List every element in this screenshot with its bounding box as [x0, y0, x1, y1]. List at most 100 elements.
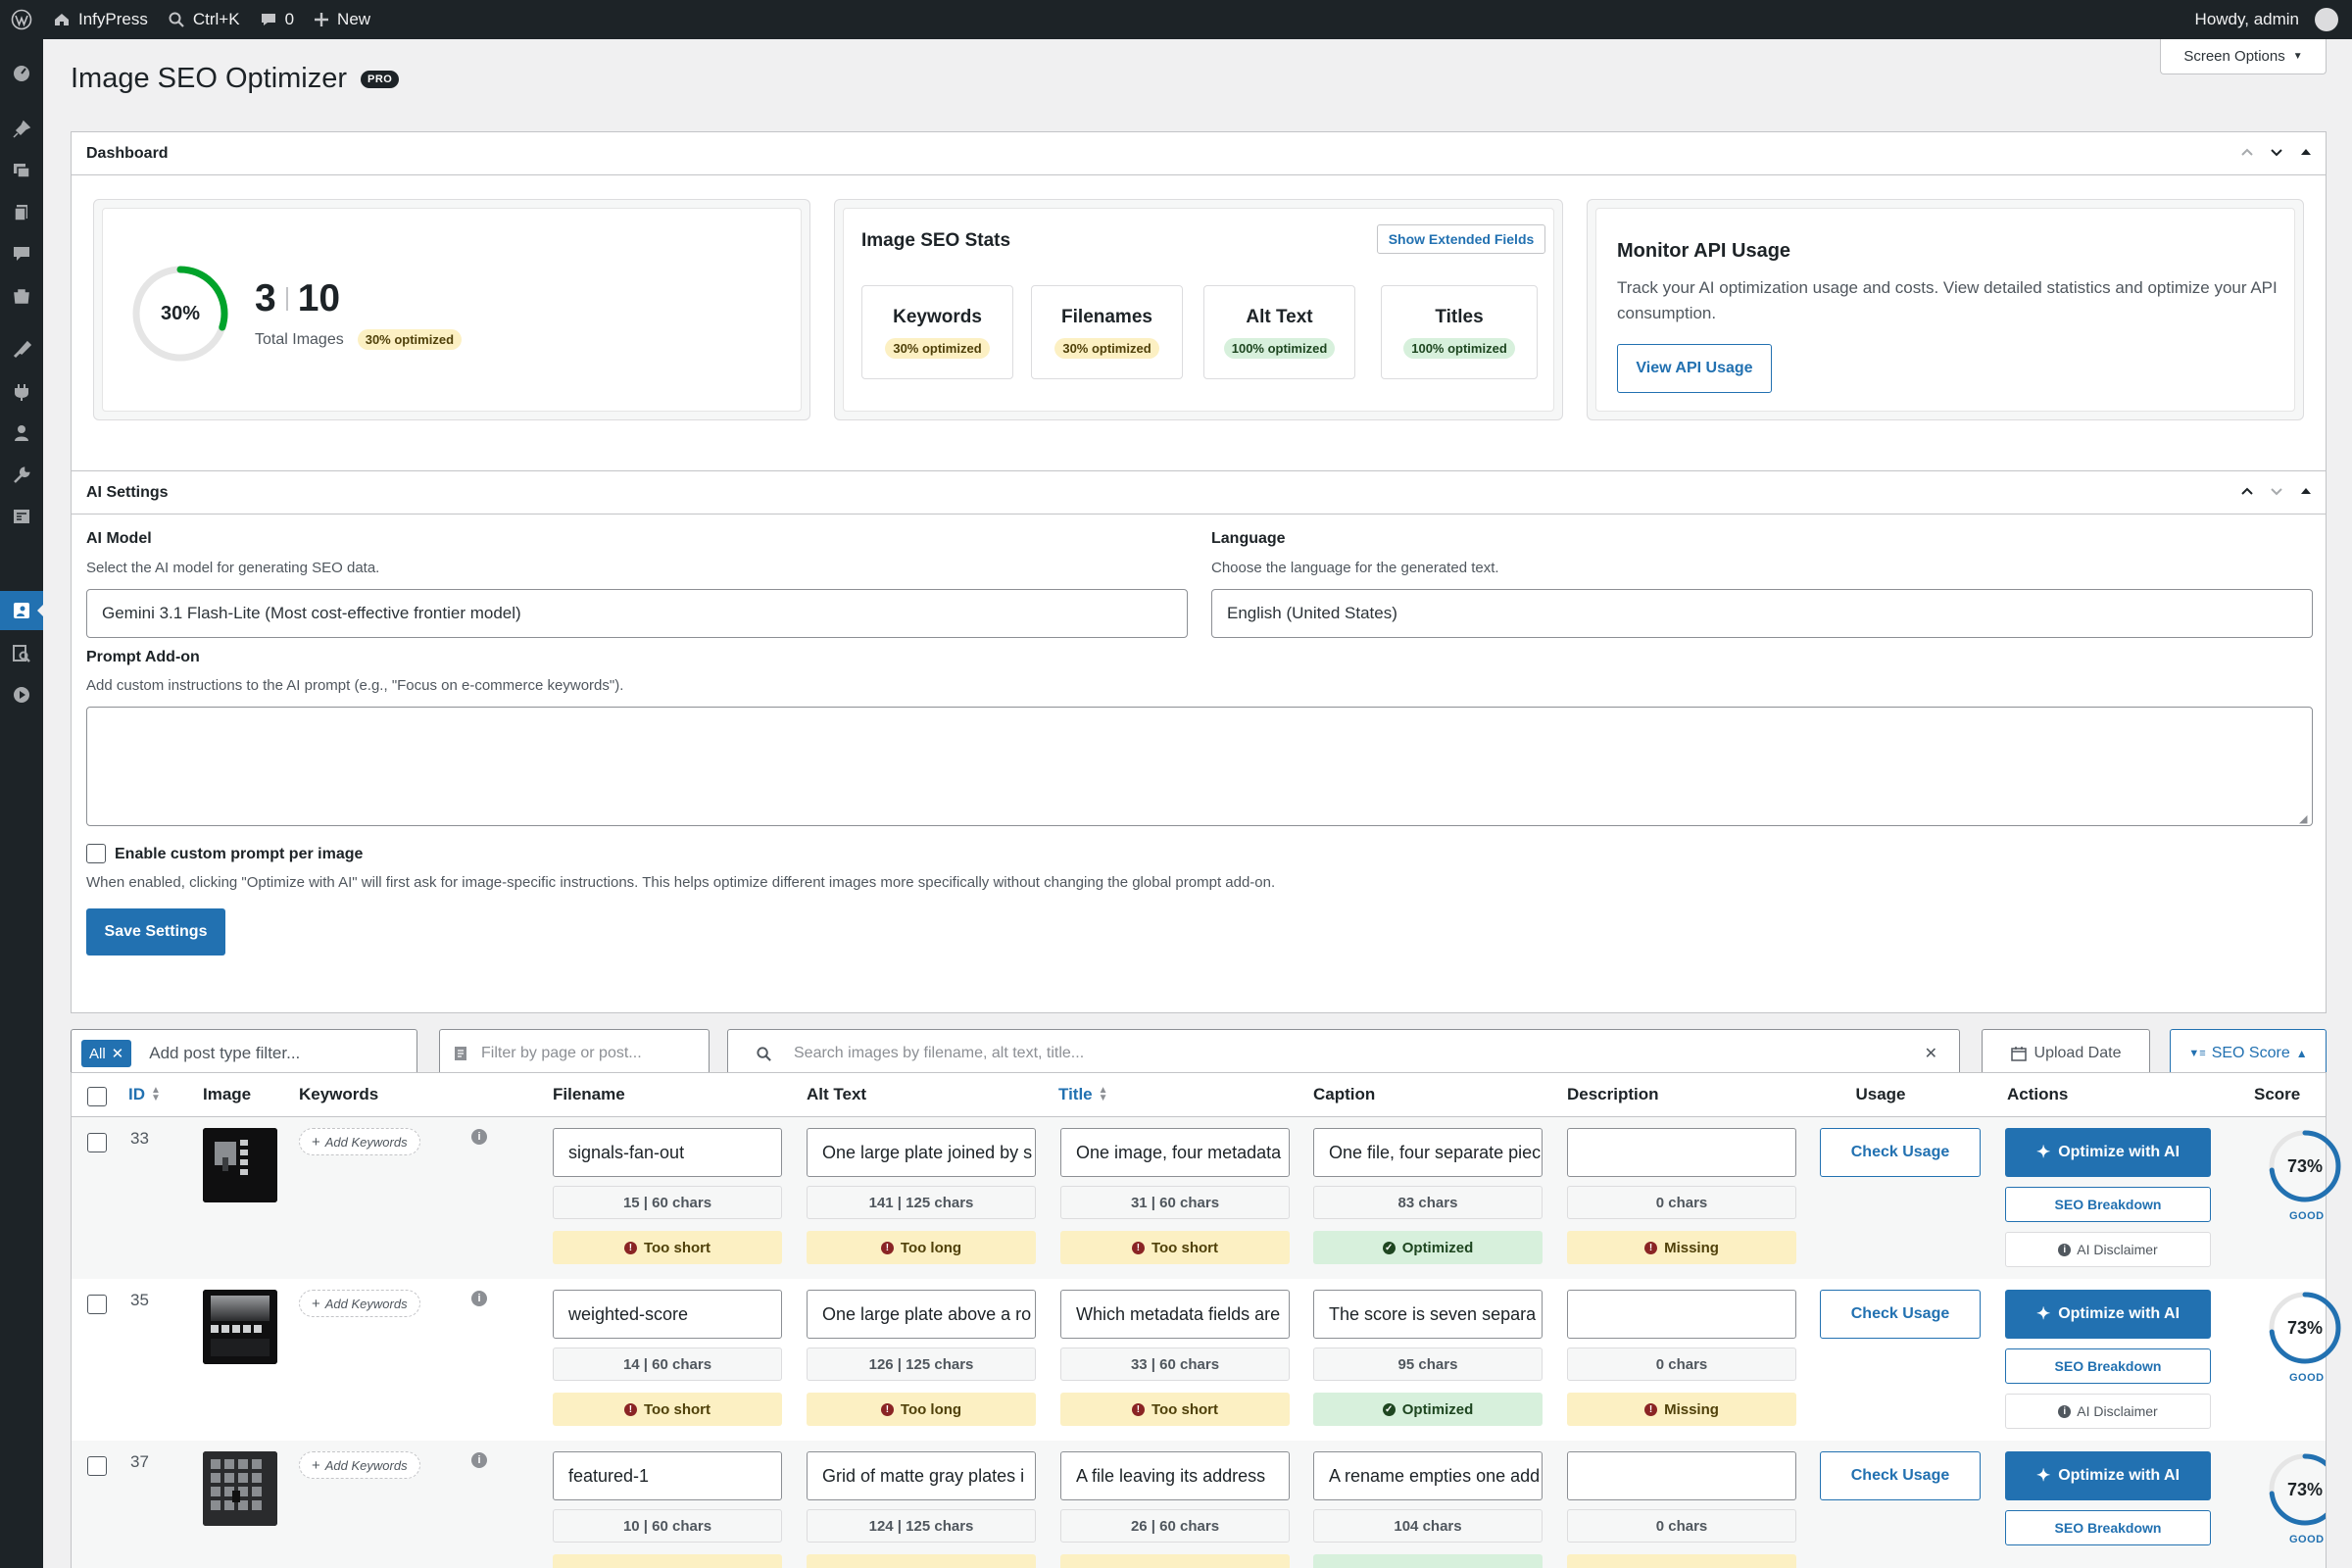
alt-text-input[interactable]: Grid of matte gray plates i — [807, 1451, 1036, 1500]
filename-status-label: Too short — [643, 1239, 711, 1256]
language-select[interactable]: English (United States) — [1211, 589, 2313, 638]
main-content: Image SEO Optimizer PRO Screen Options ▼… — [43, 39, 2352, 1568]
dashboard-icon[interactable] — [10, 61, 33, 84]
account-menu[interactable]: Howdy, admin — [2185, 0, 2352, 39]
resize-handle-icon[interactable]: ◢ — [2299, 812, 2307, 825]
media-icon[interactable] — [10, 159, 33, 182]
add-keywords-label: Add Keywords — [324, 1134, 408, 1150]
filename-input[interactable]: signals-fan-out — [553, 1128, 782, 1177]
optimize-with-ai-button[interactable]: ✦ Optimize with AI — [2005, 1128, 2211, 1177]
image-thumbnail[interactable] — [203, 1290, 277, 1364]
wordpress-logo-icon[interactable] — [0, 0, 43, 39]
image-thumbnail[interactable] — [203, 1128, 277, 1202]
column-header-title[interactable]: Title ▲ ▼ — [1058, 1073, 1108, 1116]
check-usage-button[interactable]: Check Usage — [1820, 1128, 1981, 1177]
image-seo-icon[interactable] — [10, 599, 33, 622]
pages-icon[interactable] — [10, 201, 33, 224]
settings-icon[interactable] — [10, 505, 33, 528]
custom-prompt-checkbox[interactable] — [86, 844, 106, 863]
plugins-icon[interactable] — [10, 380, 33, 404]
seo-breakdown-button[interactable]: SEO Breakdown — [2005, 1348, 2211, 1384]
description-input[interactable] — [1567, 1451, 1796, 1500]
collapse-icon[interactable] — [2296, 142, 2316, 162]
post-type-filter[interactable]: All ✕ Add post type filter... — [71, 1029, 417, 1078]
info-icon[interactable]: i — [471, 1452, 487, 1468]
appearance-icon[interactable] — [10, 338, 33, 362]
info-icon[interactable]: i — [471, 1129, 487, 1145]
upload-date-sort[interactable]: Upload Date — [1982, 1029, 2150, 1078]
images-table: ID ▲ ▼ Image Keywords Filename Alt Text Ti… — [71, 1072, 2341, 1568]
seo-score-sort[interactable]: ▼≡ SEO Score ▲ — [2170, 1029, 2327, 1078]
play-icon[interactable] — [10, 683, 33, 707]
move-down-icon[interactable] — [2267, 481, 2286, 501]
move-up-icon[interactable] — [2237, 142, 2257, 162]
warning-icon: ! — [1131, 1402, 1145, 1416]
row-checkbox[interactable] — [87, 1456, 107, 1476]
row-checkbox[interactable] — [87, 1295, 107, 1314]
save-settings-button[interactable]: Save Settings — [86, 908, 225, 956]
optimize-with-ai-button[interactable]: ✦ Optimize with AI — [2005, 1451, 2211, 1500]
description-input[interactable] — [1567, 1128, 1796, 1177]
image-thumbnail[interactable] — [203, 1451, 277, 1526]
screen-options-button[interactable]: Screen Options ▼ — [2160, 39, 2327, 74]
seo-search-icon[interactable] — [10, 642, 33, 665]
optimize-with-ai-button[interactable]: ✦ Optimize with AI — [2005, 1290, 2211, 1339]
column-header-id[interactable]: ID ▲ ▼ — [128, 1073, 161, 1116]
comments-link[interactable]: 0 — [250, 0, 304, 39]
collapse-icon[interactable] — [2296, 481, 2316, 501]
alt-text-input[interactable]: One large plate joined by s — [807, 1128, 1036, 1177]
check-usage-button[interactable]: Check Usage — [1820, 1451, 1981, 1500]
comments-icon[interactable] — [10, 242, 33, 266]
info-icon[interactable]: i — [471, 1291, 487, 1306]
caption-status: ✓ Optimized — [1313, 1393, 1543, 1426]
title-header-label: Title — [1058, 1085, 1093, 1103]
total-images-row: Total Images 30% optimized — [255, 329, 463, 350]
site-name-link[interactable]: InfyPress — [43, 0, 158, 39]
caption-input[interactable]: The score is seven separa — [1313, 1290, 1543, 1339]
ai-settings-panel-header[interactable]: AI Settings — [72, 471, 2326, 514]
posts-pin-icon[interactable] — [10, 118, 33, 141]
woocommerce-icon[interactable] — [10, 284, 33, 308]
view-api-usage-button[interactable]: View API Usage — [1617, 344, 1772, 393]
dashboard-panel-title: Dashboard — [86, 144, 169, 162]
description-status-label: Missing — [1664, 1400, 1719, 1418]
add-keywords-button[interactable]: + Add Keywords — [299, 1451, 420, 1479]
add-keywords-button[interactable]: + Add Keywords — [299, 1128, 420, 1155]
command-search[interactable]: Ctrl+K — [158, 0, 250, 39]
score-grade: GOOD — [2289, 1210, 2325, 1222]
row-checkbox[interactable] — [87, 1133, 107, 1152]
ai-model-select[interactable]: Gemini 3.1 Flash-Lite (Most cost-effecti… — [86, 589, 1188, 638]
remove-tag-icon[interactable]: ✕ — [112, 1045, 124, 1062]
show-extended-fields-button[interactable]: Show Extended Fields — [1377, 224, 1545, 254]
title-input[interactable]: A file leaving its address — [1060, 1451, 1290, 1500]
dashboard-panel-header[interactable]: Dashboard — [72, 132, 2326, 175]
all-tag[interactable]: All ✕ — [81, 1040, 132, 1067]
title-input[interactable]: One image, four metadata — [1060, 1128, 1290, 1177]
new-content-link[interactable]: New — [304, 0, 380, 39]
search-images-input[interactable]: Search images by filename, alt text, tit… — [727, 1029, 1960, 1078]
clear-search-icon[interactable]: ✕ — [1925, 1044, 1937, 1063]
ai-disclaimer-button[interactable]: i AI Disclaimer — [2005, 1394, 2211, 1429]
filename-input[interactable]: weighted-score — [553, 1290, 782, 1339]
move-down-icon[interactable] — [2267, 142, 2286, 162]
filename-input[interactable]: featured-1 — [553, 1451, 782, 1500]
title-status: ! Too short — [1060, 1231, 1290, 1264]
add-keywords-button[interactable]: + Add Keywords — [299, 1290, 420, 1317]
seo-breakdown-button[interactable]: SEO Breakdown — [2005, 1187, 2211, 1222]
ai-disclaimer-button[interactable]: i AI Disclaimer — [2005, 1232, 2211, 1267]
prompt-addon-textarea[interactable] — [86, 707, 2313, 826]
select-all-checkbox[interactable] — [87, 1087, 107, 1106]
optimize-label: Optimize with AI — [2058, 1144, 2180, 1160]
title-input[interactable]: Which metadata fields are — [1060, 1290, 1290, 1339]
description-input[interactable] — [1567, 1290, 1796, 1339]
caption-input[interactable]: A rename empties one add — [1313, 1451, 1543, 1500]
check-usage-button[interactable]: Check Usage — [1820, 1290, 1981, 1339]
seo-breakdown-button[interactable]: SEO Breakdown — [2005, 1510, 2211, 1545]
alt-text-input[interactable]: One large plate above a ro — [807, 1290, 1036, 1339]
caption-input[interactable]: One file, four separate piec — [1313, 1128, 1543, 1177]
page-filter-input[interactable]: Filter by page or post... — [439, 1029, 710, 1078]
title-char-count: 26 | 60 chars — [1060, 1509, 1290, 1543]
tools-icon[interactable] — [10, 464, 33, 487]
users-icon[interactable] — [10, 421, 33, 445]
move-up-icon[interactable] — [2237, 481, 2257, 501]
